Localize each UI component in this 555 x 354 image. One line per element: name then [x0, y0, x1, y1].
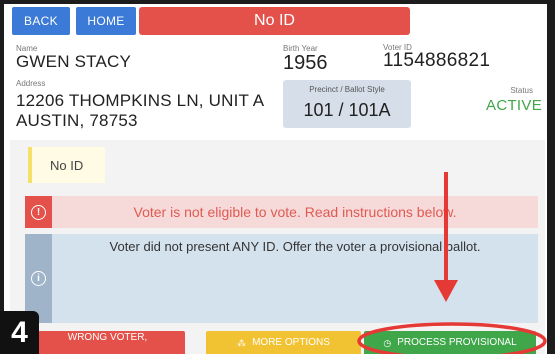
- exclamation-circle-icon: !: [31, 204, 46, 220]
- voter-name: GWEN STACY: [16, 52, 132, 71]
- status-banner: No ID: [139, 7, 410, 35]
- info-icon-box: i: [25, 234, 52, 323]
- frame-border-right: [547, 0, 555, 354]
- error-message-row: ! Voter is not eligible to vote. Read in…: [25, 196, 538, 228]
- action-bar: WRONG VOTER, ⁂ MORE OPTIONS ◷ PROCESS PR…: [25, 331, 538, 354]
- frame-border-left: [0, 0, 4, 330]
- process-provisional-button[interactable]: ◷ PROCESS PROVISIONAL: [364, 331, 536, 354]
- info-message: Voter did not present ANY ID. Offer the …: [52, 234, 538, 323]
- voter-address: 12206 THOMPKINS LN, UNIT A AUSTIN, 78753: [16, 91, 264, 131]
- address-line-1: 12206 THOMPKINS LN, UNIT A: [16, 91, 265, 110]
- id-type-card: No ID: [28, 147, 105, 183]
- top-nav: BACK HOME: [12, 7, 136, 37]
- precinct-value: 101 / 101A: [303, 100, 391, 120]
- error-message: Voter is not eligible to vote. Read inst…: [52, 196, 538, 228]
- ballot-tag-icon: ◷: [383, 337, 392, 348]
- more-options-label: MORE OPTIONS: [252, 336, 330, 348]
- status-badge: ACTIVE: [486, 97, 542, 114]
- address-line-2: AUSTIN, 78753: [16, 111, 138, 130]
- error-icon-box: !: [25, 196, 52, 228]
- info-message-row: i Voter did not present ANY ID. Offer th…: [25, 234, 538, 323]
- more-options-button[interactable]: ⁂ MORE OPTIONS: [206, 331, 361, 354]
- birth-year: 1956: [283, 52, 328, 74]
- wrong-voter-label: WRONG VOTER,: [67, 332, 148, 343]
- precinct-label: Precinct / Ballot Style: [309, 85, 385, 94]
- precinct-box: Precinct / Ballot Style 101 / 101A: [283, 80, 411, 128]
- back-button[interactable]: BACK: [12, 7, 70, 35]
- info-circle-icon: i: [31, 271, 46, 286]
- home-button[interactable]: HOME: [76, 7, 136, 35]
- voter-id: 1154886821: [383, 50, 491, 71]
- wrong-voter-button[interactable]: WRONG VOTER,: [30, 331, 185, 354]
- app-frame: BACK HOME No ID Name GWEN STACY Birth Ye…: [0, 0, 555, 354]
- address-label: Address: [16, 79, 46, 88]
- frame-border-top: [0, 0, 555, 4]
- options-icon: ⁂: [237, 337, 247, 348]
- process-provisional-label: PROCESS PROVISIONAL: [397, 336, 517, 348]
- step-number-badge: 4: [0, 311, 39, 354]
- status-label: Status: [510, 86, 533, 95]
